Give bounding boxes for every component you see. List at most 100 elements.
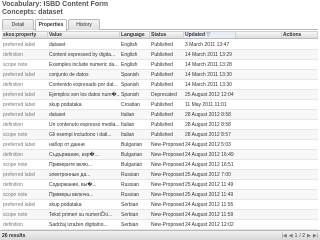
- language-cell: Bulgarian: [121, 142, 143, 148]
- table-row[interactable]: preferred label dataset Italian Published 28…: [2, 110, 318, 120]
- status-cell: Published: [151, 72, 173, 78]
- column-header-language[interactable]: Language: [120, 32, 150, 38]
- updated-cell: 3 March 2011 13:47: [185, 42, 230, 48]
- spacer-cell: [236, 180, 282, 189]
- language-cell: English: [121, 52, 138, 58]
- spacer-cell: [236, 40, 282, 49]
- tab-detail[interactable]: Detail: [2, 19, 34, 30]
- status-cell: Published: [151, 102, 173, 108]
- status-cell: New-Proposed: [151, 222, 184, 228]
- table-row[interactable]: preferred label conjunto de datos Spanish P…: [2, 70, 318, 80]
- language-cell: Serbian: [121, 202, 139, 208]
- spacer-cell: [236, 150, 282, 159]
- language-cell: English: [121, 42, 138, 48]
- table-row[interactable]: preferred label dataset English Published 3 …: [2, 40, 318, 50]
- table-row[interactable]: preferred label skup podataka Serbian New-P…: [2, 200, 318, 210]
- actions-cell: [282, 210, 318, 219]
- actions-cell: [282, 110, 318, 119]
- status-cell: Published: [151, 52, 173, 58]
- table-row[interactable]: preferred label набор от данни Bulgarian Ne…: [2, 140, 318, 150]
- status-cell: Published: [151, 122, 173, 128]
- value-cell: skup podataka: [49, 202, 82, 208]
- updated-cell: 25 August 2012 7:00: [185, 172, 231, 178]
- spacer-cell: [236, 80, 282, 89]
- actions-cell: [282, 200, 318, 209]
- table-row[interactable]: definition Sadržaj izražen digitalno... Se…: [2, 220, 318, 230]
- value-cell: dataset: [49, 112, 66, 118]
- property-cell: definition: [3, 152, 24, 158]
- updated-cell: 24 August 2012 5:03: [185, 142, 231, 148]
- value-cell: Contenido expresado por dat...: [49, 82, 118, 88]
- table-row[interactable]: scope note Примерите вклю... Bulgarian New-…: [2, 160, 318, 170]
- value-cell: набор от данни: [49, 142, 85, 148]
- updated-cell: 25 August 2012 12:04: [185, 92, 234, 98]
- previous-page-icon[interactable]: ◀: [289, 232, 293, 240]
- language-cell: Serbian: [121, 212, 139, 218]
- language-cell: Spanish: [121, 82, 140, 88]
- spacer-cell: [236, 140, 282, 149]
- tab-properties[interactable]: Properties: [35, 19, 67, 31]
- spacer-cell: [236, 190, 282, 199]
- actions-cell: [282, 120, 318, 129]
- actions-cell: [282, 150, 318, 159]
- updated-cell: 14 March 2011 13:29: [185, 52, 232, 58]
- table-row[interactable]: preferred label skup podataka Croatian Publ…: [2, 100, 318, 110]
- property-cell: preferred label: [3, 142, 36, 148]
- value-cell: Examples include numeric da...: [49, 62, 119, 68]
- status-cell: Published: [151, 62, 173, 68]
- column-header-value[interactable]: Value: [48, 32, 120, 38]
- language-cell: Serbian: [121, 222, 139, 228]
- status-cell: Published: [151, 82, 173, 88]
- language-cell: Russian: [121, 182, 140, 188]
- value-cell: skup podataka: [49, 102, 82, 108]
- last-page-icon[interactable]: ▶|: [313, 232, 318, 240]
- table-row[interactable]: preferred label Ejemplos son los datos nu…: [2, 90, 318, 100]
- language-cell: Bulgarian: [121, 162, 143, 168]
- property-cell: preferred label: [3, 172, 36, 178]
- updated-cell: 24 August 2012 12:02: [185, 222, 234, 228]
- actions-cell: [282, 190, 318, 199]
- spacer-cell: [236, 220, 282, 229]
- actions-cell: [282, 140, 318, 149]
- table-row[interactable]: scope note Gli esempi includono i dati...…: [2, 130, 318, 140]
- first-page-icon[interactable]: |◀: [282, 232, 287, 240]
- column-header-property[interactable]: skos:property: [2, 32, 48, 38]
- property-cell: scope note: [3, 212, 28, 218]
- tab-history[interactable]: History: [68, 19, 100, 30]
- table-row[interactable]: scope note Tekst primeri su numeriČki... S…: [2, 210, 318, 220]
- spacer-cell: [236, 110, 282, 119]
- status-cell: New-Proposed: [151, 172, 184, 178]
- updated-cell: 14 March 2011 13:28: [185, 62, 232, 68]
- table-row[interactable]: definition Contenido expresado por dat...…: [2, 80, 318, 90]
- property-cell: preferred label: [3, 112, 36, 118]
- spacer-cell: [236, 50, 282, 59]
- table-row[interactable]: scope note Примеры включа... Russian New-Pr…: [2, 190, 318, 200]
- language-cell: Bulgarian: [121, 152, 143, 158]
- actions-cell: [282, 40, 318, 49]
- table-row[interactable]: definition Содержание, вы�... Russian New-P…: [2, 180, 318, 190]
- column-header-status[interactable]: Status: [150, 32, 184, 38]
- spacer-cell: [236, 200, 282, 209]
- status-cell: New-Proposed: [151, 212, 184, 218]
- grid-body: preferred label dataset English Published 3 …: [2, 40, 318, 230]
- status-cell: Published: [151, 132, 173, 138]
- table-row[interactable]: definition Un contenuto espresso media...…: [2, 120, 318, 130]
- value-cell: Gli esempi includono i dati...: [49, 132, 112, 138]
- value-cell: Съдържание, изр�...: [49, 152, 99, 158]
- value-cell: Sadržaj izražen digitalno...: [49, 222, 108, 228]
- next-page-icon[interactable]: ▶: [307, 232, 311, 240]
- pager: |◀ ◀ 1 / 2 ▶ ▶|: [282, 232, 318, 240]
- table-row[interactable]: definition Content expressed by digita...…: [2, 50, 318, 60]
- table-row[interactable]: preferred label электронные да... Russian N…: [2, 170, 318, 180]
- column-header-updated[interactable]: Updated ▽: [184, 32, 236, 38]
- actions-cell: [282, 70, 318, 79]
- property-cell: preferred label: [3, 72, 36, 78]
- updated-cell: 25 August 2012 11:49: [185, 192, 234, 198]
- table-row[interactable]: definition Съдържание, изр�... Bulgarian Ne…: [2, 150, 318, 160]
- property-cell: definition: [3, 222, 24, 228]
- spacer-cell: [236, 90, 282, 99]
- table-row[interactable]: scope note Examples include numeric da...…: [2, 60, 318, 70]
- actions-cell: [282, 170, 318, 179]
- updated-cell: 24 August 2012 11:59: [185, 212, 234, 218]
- current-page[interactable]: 1: [295, 232, 298, 240]
